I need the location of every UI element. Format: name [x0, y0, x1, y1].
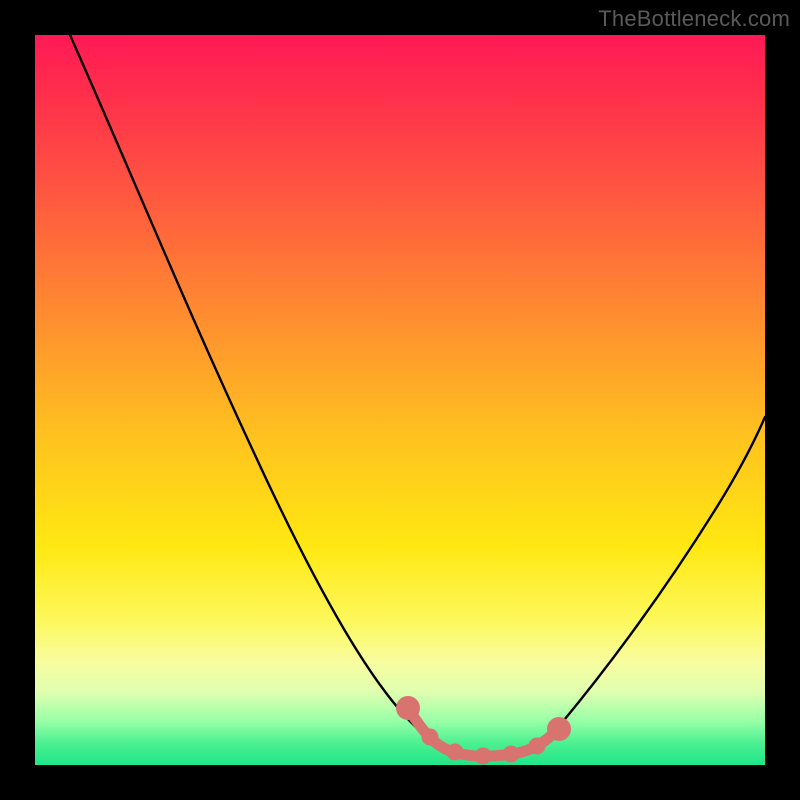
curve-layer	[35, 35, 765, 765]
chart-frame: TheBottleneck.com	[0, 0, 800, 800]
watermark-text: TheBottleneck.com	[598, 6, 790, 32]
highlight-segment	[402, 702, 566, 760]
plot-area	[35, 35, 765, 765]
bottleneck-curve	[70, 35, 765, 755]
